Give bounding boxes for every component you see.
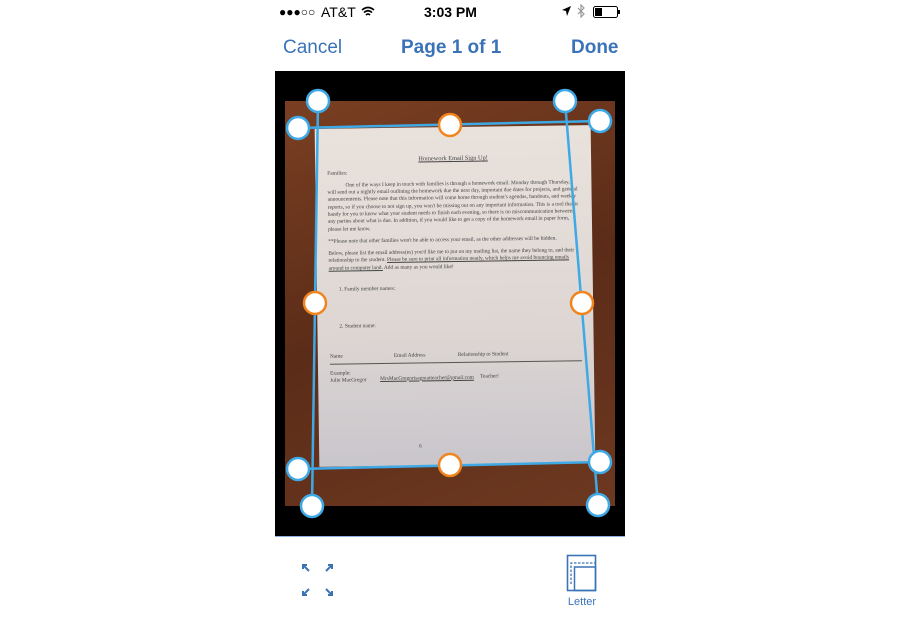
expand-icon[interactable] [300, 560, 336, 600]
corner-handle-top-right[interactable] [552, 88, 578, 114]
letter-page-size-icon[interactable] [566, 554, 598, 594]
corner-handle-bottom-left[interactable] [299, 493, 325, 519]
edge-handle-right[interactable] [569, 290, 595, 316]
corner-handle-top-left[interactable] [285, 115, 311, 141]
edge-handle-top[interactable] [437, 112, 463, 138]
corner-handle-top-right[interactable] [587, 108, 613, 134]
corner-handle-bottom-right[interactable] [587, 449, 613, 475]
corner-handle-bottom-left[interactable] [285, 456, 311, 482]
crop-overlay [285, 88, 613, 519]
corner-handle-bottom-right[interactable] [585, 492, 611, 518]
corner-handle-top-left[interactable] [305, 88, 331, 114]
edge-handle-left[interactable] [302, 290, 328, 316]
page-size-label[interactable]: Letter [556, 596, 608, 608]
edge-handle-bottom[interactable] [437, 452, 463, 478]
